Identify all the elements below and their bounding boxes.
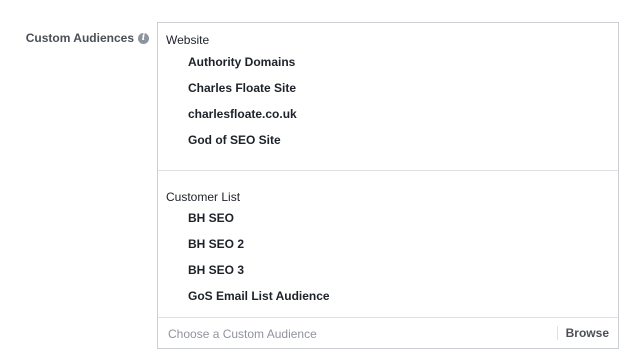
audience-option[interactable]: GoS Email List Audience [158, 283, 618, 309]
audience-group-customer-list: Customer List BH SEO BH SEO 2 BH SEO 3 G… [158, 171, 618, 318]
group-header-customer-list: Customer List [166, 190, 241, 204]
audience-option[interactable]: Charles Floate Site [158, 75, 618, 101]
custom-audience-search-input[interactable] [158, 325, 550, 342]
info-icon[interactable]: i [138, 32, 149, 44]
custom-audiences-label: Custom Audiences i [0, 31, 149, 45]
audience-option[interactable]: BH SEO [158, 205, 618, 231]
audience-option[interactable]: God of SEO Site [158, 127, 618, 153]
custom-audience-chooser: Browse [158, 318, 618, 349]
audience-option[interactable]: Authority Domains [158, 49, 618, 75]
browse-divider [557, 326, 558, 340]
custom-audiences-dropdown: Website Authority Domains Charles Floate… [157, 22, 619, 349]
audience-option[interactable]: BH SEO 2 [158, 231, 618, 257]
audience-option[interactable]: BH SEO 3 [158, 257, 618, 283]
audience-option[interactable]: charlesfloate.co.uk [158, 101, 618, 127]
group-header-website: Website [166, 33, 210, 47]
custom-audiences-label-text: Custom Audiences [25, 31, 134, 45]
audience-group-website: Website Authority Domains Charles Floate… [158, 23, 618, 171]
browse-button[interactable]: Browse [566, 318, 609, 349]
